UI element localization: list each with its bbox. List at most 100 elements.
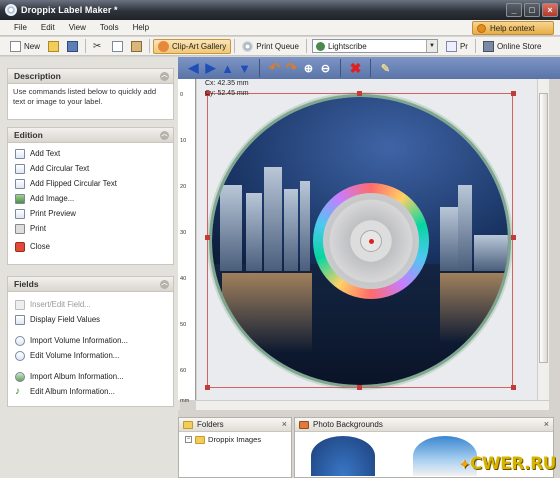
resize-handle[interactable] <box>511 385 516 390</box>
zoom-out-button[interactable]: ⊖ <box>318 61 333 76</box>
ruler-tick: 60 <box>180 368 187 374</box>
background-thumbnail[interactable] <box>311 436 375 476</box>
import-album-info-command[interactable]: Import Album Information... <box>8 369 173 384</box>
import-volume-info-label: Import Volume Information... <box>30 336 128 345</box>
resize-handle[interactable] <box>357 385 362 390</box>
printer-properties-button[interactable]: Pr <box>442 39 472 54</box>
print-preview-command[interactable]: Print Preview <box>8 206 173 221</box>
cut-icon: ✂ <box>93 40 102 52</box>
resize-handle[interactable] <box>357 91 362 96</box>
help-context-button[interactable]: Help context <box>472 21 554 35</box>
cy-readout: Cy: 52.45 mm <box>205 90 249 97</box>
toolbar-separator <box>85 39 87 53</box>
window-title: Droppix Label Maker * <box>21 5 118 15</box>
redo-button[interactable]: ↷ <box>284 60 299 76</box>
properties-button[interactable]: ✎ <box>378 61 393 76</box>
menu-view[interactable]: View <box>62 23 93 32</box>
add-flipped-circular-text-label: Add Flipped Circular Text <box>30 179 117 188</box>
save-button[interactable] <box>63 39 82 54</box>
paste-button[interactable] <box>127 39 146 54</box>
chevron-down-icon[interactable]: ▼ <box>425 40 437 52</box>
insert-edit-field-label: Insert/Edit Field... <box>30 300 91 309</box>
move-left-button[interactable]: ◀ <box>186 60 201 76</box>
menu-edit[interactable]: Edit <box>34 23 62 32</box>
vertical-scrollbar[interactable] <box>537 79 549 400</box>
close-icon[interactable]: × <box>544 419 549 429</box>
edition-header[interactable]: Edition ︿ <box>8 128 173 143</box>
print-command[interactable]: Print <box>8 221 173 236</box>
copy-button[interactable] <box>108 39 127 54</box>
edit-album-info-command[interactable]: ♪ Edit Album Information... <box>8 384 173 399</box>
collapse-icon[interactable]: ︿ <box>160 72 169 81</box>
minimize-button[interactable]: _ <box>506 3 522 17</box>
close-window-button[interactable]: × <box>542 3 558 17</box>
folders-header: Folders × <box>179 418 291 432</box>
pane-splitter[interactable] <box>178 410 560 417</box>
printer-select-value: Lightscribe <box>327 41 367 51</box>
resize-handle[interactable] <box>511 235 516 240</box>
horizontal-scrollbar[interactable] <box>196 400 549 410</box>
fields-header[interactable]: Fields ︿ <box>8 277 173 292</box>
tree-item[interactable]: − Droppix Images <box>179 434 291 445</box>
task-pane: Description ︿ Use commands listed below … <box>0 57 180 478</box>
canvas-toolbar: ◀ ▶ ▲ ▼ ↶ ↷ ⊕ ⊖ ✖ ✎ <box>178 57 560 79</box>
close-icon[interactable]: × <box>282 419 287 429</box>
folders-title: Folders <box>197 420 224 429</box>
paste-icon <box>131 40 143 52</box>
ruler-tick: 50 <box>180 322 187 328</box>
close-command[interactable]: Close <box>8 239 173 254</box>
delete-button[interactable]: ✖ <box>348 60 363 76</box>
fields-title: Fields <box>14 279 39 289</box>
label-canvas[interactable]: Cx: 42.35 mm Cy: 52.45 mm <box>197 79 537 400</box>
clip-art-gallery-button[interactable]: Clip-Art Gallery <box>153 38 232 54</box>
insert-edit-field-command[interactable]: Insert/Edit Field... <box>8 297 173 312</box>
backgrounds-title: Photo Backgrounds <box>313 420 383 429</box>
undo-button[interactable]: ↶ <box>267 60 282 76</box>
menu-help[interactable]: Help <box>126 23 156 32</box>
watermark-text: CWER.RU <box>469 454 557 474</box>
printer-select[interactable]: Lightscribe ▼ <box>311 39 438 53</box>
description-panel: Description ︿ Use commands listed below … <box>7 68 174 120</box>
description-header[interactable]: Description ︿ <box>8 69 173 84</box>
scroll-thumb[interactable] <box>539 93 548 363</box>
toolbar-separator <box>259 59 260 77</box>
open-button[interactable] <box>44 39 63 54</box>
menu-tools[interactable]: Tools <box>93 23 126 32</box>
disc-edit-icon <box>15 350 25 361</box>
open-folder-icon <box>48 40 60 52</box>
move-up-button[interactable]: ▲ <box>220 61 235 76</box>
move-right-button[interactable]: ▶ <box>203 60 218 76</box>
add-image-label: Add Image... <box>30 194 75 203</box>
clip-art-gallery-label: Clip-Art Gallery <box>172 41 227 51</box>
resize-handle[interactable] <box>511 91 516 96</box>
save-icon <box>67 40 79 52</box>
add-image-command[interactable]: Add Image... <box>8 191 173 206</box>
music-note-icon: ♪ <box>15 385 20 397</box>
add-flipped-circular-text-command[interactable]: Add Flipped Circular Text <box>8 176 173 191</box>
watermark-logo: ✦CWER.RU <box>458 454 557 474</box>
import-volume-info-command[interactable]: Import Volume Information... <box>8 333 173 348</box>
edit-volume-info-command[interactable]: Edit Volume Information... <box>8 348 173 363</box>
undo-icon: ↶ <box>269 60 280 75</box>
online-store-button[interactable]: Online Store <box>479 39 545 54</box>
collapse-toggle-icon[interactable]: − <box>185 436 192 443</box>
new-button[interactable]: New <box>6 39 44 54</box>
description-text: Use commands listed below to quickly add… <box>13 87 157 106</box>
maximize-button[interactable]: □ <box>524 3 540 17</box>
collapse-icon[interactable]: ︿ <box>160 131 169 140</box>
print-label: Print <box>30 224 47 233</box>
display-field-values-command[interactable]: Display Field Values <box>8 312 173 327</box>
resize-handle[interactable] <box>205 235 210 240</box>
collapse-icon[interactable]: ︿ <box>160 280 169 289</box>
print-queue-button[interactable]: Print Queue <box>238 39 303 54</box>
folders-pane: Folders × − Droppix Images <box>178 417 292 478</box>
add-circular-text-command[interactable]: Add Circular Text <box>8 161 173 176</box>
cut-button[interactable]: ✂ <box>89 39 108 54</box>
add-text-command[interactable]: Add Text <box>8 146 173 161</box>
folder-icon <box>183 420 193 429</box>
menu-file[interactable]: File <box>0 23 34 32</box>
resize-handle[interactable] <box>205 385 210 390</box>
move-down-button[interactable]: ▼ <box>237 61 252 76</box>
ruler-tick: 10 <box>180 138 187 144</box>
zoom-in-button[interactable]: ⊕ <box>301 61 316 76</box>
